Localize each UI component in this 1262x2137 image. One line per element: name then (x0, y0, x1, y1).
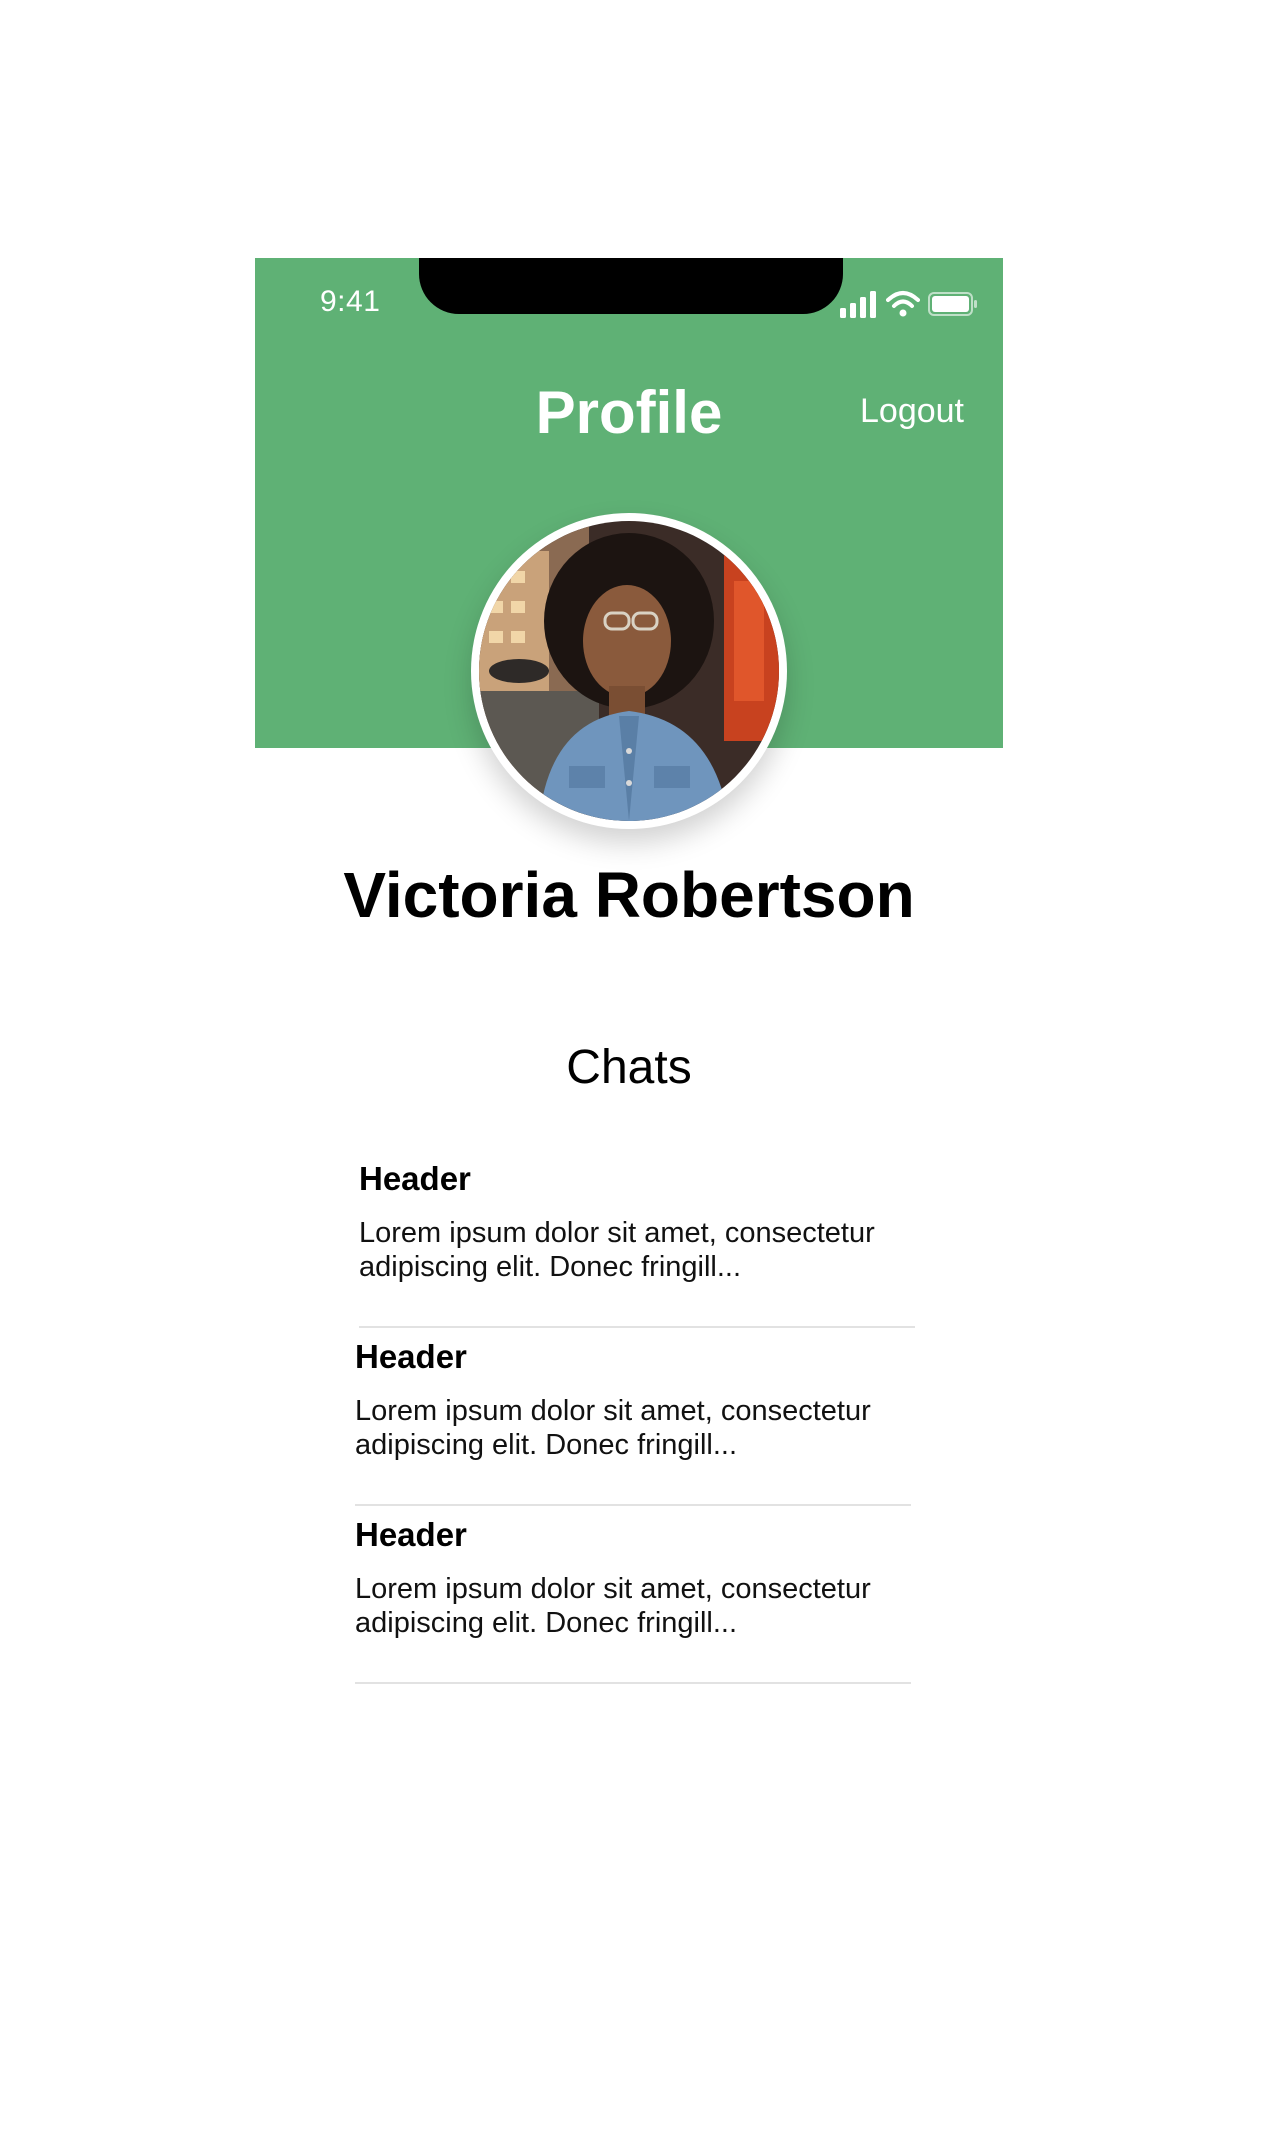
chat-preview: Lorem ipsum dolor sit amet, consectetur … (355, 1573, 871, 1639)
chat-item[interactable]: Header Lorem ipsum dolor sit amet, conse… (355, 1338, 911, 1506)
chat-preview: Lorem ipsum dolor sit amet, consectetur … (355, 1395, 871, 1461)
chat-preview: Lorem ipsum dolor sit amet, consectetur … (359, 1217, 875, 1283)
chat-header: Header (359, 1160, 471, 1197)
chat-list: Header Lorem ipsum dolor sit amet, conse… (0, 0, 1262, 2137)
profile-screen: 9:41 Profile Logout Victoria Robertson C… (0, 0, 1262, 2137)
chat-item[interactable]: Header Lorem ipsum dolor sit amet, conse… (359, 1160, 915, 1328)
chat-header: Header (355, 1516, 467, 1553)
chat-header: Header (355, 1338, 467, 1375)
chat-item[interactable]: Header Lorem ipsum dolor sit amet, conse… (355, 1516, 911, 1684)
